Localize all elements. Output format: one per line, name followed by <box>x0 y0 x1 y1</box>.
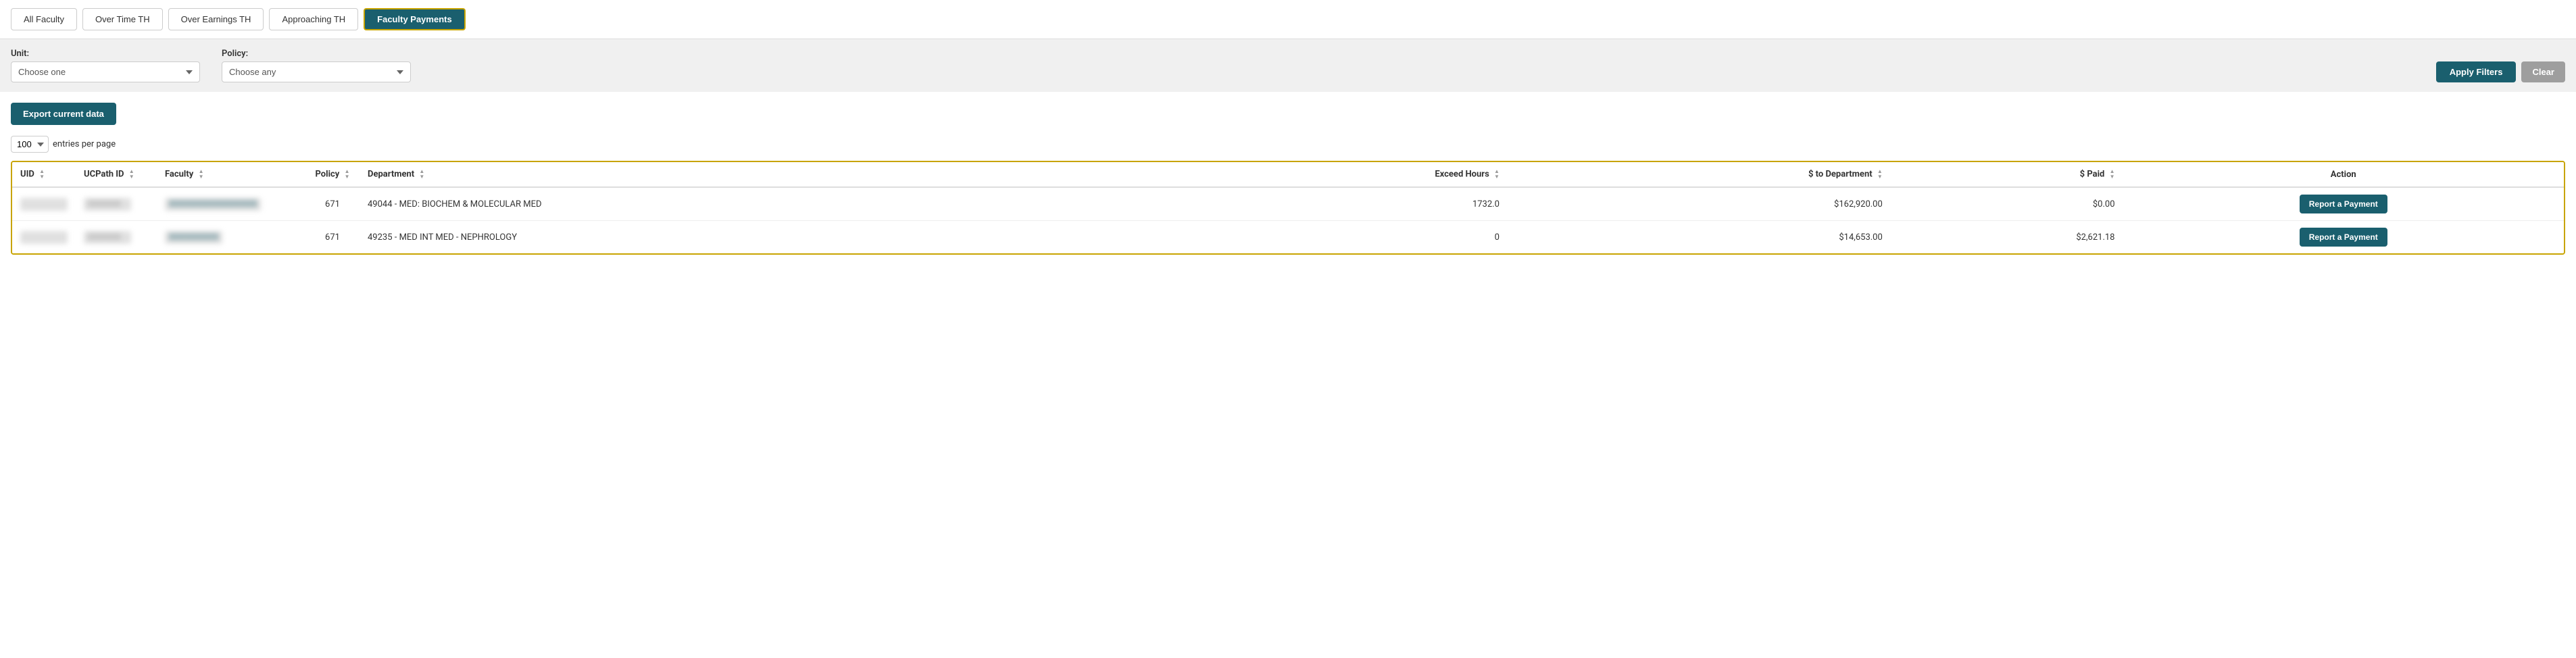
entries-per-page-select[interactable]: 10 25 50 100 <box>11 136 49 153</box>
cell-dept-dollar-2: $14,653.00 <box>1508 221 1891 254</box>
cell-exceed-2: 0 <box>1165 221 1507 254</box>
cell-action-1: Report a Payment <box>2123 187 2565 221</box>
col-uid: UID ▲▼ <box>12 162 76 187</box>
dept-dollar-sort-icon[interactable]: ▲▼ <box>1877 169 1883 180</box>
apply-filters-button[interactable]: Apply Filters <box>2436 61 2517 82</box>
cell-paid-2: $2,621.18 <box>1891 221 2123 254</box>
cell-dept-dollar-1: $162,920.00 <box>1508 187 1891 221</box>
tab-over-earnings-th[interactable]: Over Earnings TH <box>168 8 264 30</box>
report-payment-button-2[interactable]: Report a Payment <box>2300 228 2387 247</box>
col-action: Action <box>2123 162 2565 187</box>
cell-exceed-1: 1732.0 <box>1165 187 1507 221</box>
policy-label: Policy: <box>222 49 411 59</box>
col-faculty: Faculty ▲▼ <box>157 162 305 187</box>
faculty-link-1[interactable]: XXXXXXXXXXXXXXXX <box>165 198 261 211</box>
department-sort-icon[interactable]: ▲▼ <box>419 169 424 180</box>
filter-bar: Unit: Choose one Policy: Choose any Appl… <box>0 39 2576 92</box>
paid-sort-icon[interactable]: ▲▼ <box>2110 169 2115 180</box>
col-dept-dollar: $ to Department ▲▼ <box>1508 162 1891 187</box>
export-button[interactable]: Export current data <box>11 103 116 125</box>
cell-department-1: 49044 - MED: BIOCHEM & MOLECULAR MED <box>360 187 1165 221</box>
exceed-sort-icon[interactable]: ▲▼ <box>1494 169 1500 180</box>
ucpath-blurred-2: XXXXXX <box>84 231 131 244</box>
cell-faculty-1: XXXXXXXXXXXXXXXX <box>157 187 305 221</box>
table-row: XXXXXX XXXXXXXXXXXXXXXX 671 49044 - MED:… <box>12 187 2564 221</box>
faculty-link-2[interactable]: XXXXXXXXX <box>165 231 222 244</box>
col-exceed-hours: Exceed Hours ▲▼ <box>1165 162 1507 187</box>
cell-department-2: 49235 - MED INT MED - NEPHROLOGY <box>360 221 1165 254</box>
policy-select[interactable]: Choose any <box>222 61 411 82</box>
cell-ucpath-1: XXXXXX <box>76 187 157 221</box>
table-header-row: UID ▲▼ UCPath ID ▲▼ Faculty ▲▼ Policy ▲▼ <box>12 162 2564 187</box>
ucpath-sort-icon[interactable]: ▲▼ <box>129 169 134 180</box>
col-department: Department ▲▼ <box>360 162 1165 187</box>
filter-actions: Apply Filters Clear <box>2436 61 2565 82</box>
faculty-payments-table: UID ▲▼ UCPath ID ▲▼ Faculty ▲▼ Policy ▲▼ <box>11 161 2565 255</box>
clear-filters-button[interactable]: Clear <box>2521 61 2565 82</box>
main-content: Export current data 10 25 50 100 entries… <box>0 92 2576 265</box>
uid-blurred-2 <box>20 231 68 244</box>
uid-blurred-1 <box>20 198 68 211</box>
cell-faculty-2: XXXXXXXXX <box>157 221 305 254</box>
tab-all-faculty[interactable]: All Faculty <box>11 8 77 30</box>
report-payment-button-1[interactable]: Report a Payment <box>2300 195 2387 213</box>
table-row: XXXXXX XXXXXXXXX 671 49235 - MED INT MED… <box>12 221 2564 254</box>
col-ucpath-id: UCPath ID ▲▼ <box>76 162 157 187</box>
faculty-sort-icon[interactable]: ▲▼ <box>199 169 204 180</box>
tab-over-time-th[interactable]: Over Time TH <box>82 8 163 30</box>
cell-ucpath-2: XXXXXX <box>76 221 157 254</box>
tab-approaching-th[interactable]: Approaching TH <box>269 8 358 30</box>
cell-action-2: Report a Payment <box>2123 221 2565 254</box>
cell-policy-2: 671 <box>305 221 360 254</box>
unit-select[interactable]: Choose one <box>11 61 200 82</box>
cell-uid-1 <box>12 187 76 221</box>
cell-policy-1: 671 <box>305 187 360 221</box>
entries-per-page-label: entries per page <box>53 139 116 149</box>
uid-sort-icon[interactable]: ▲▼ <box>39 169 45 180</box>
cell-paid-1: $0.00 <box>1891 187 2123 221</box>
tab-faculty-payments[interactable]: Faculty Payments <box>364 8 466 30</box>
ucpath-blurred-1: XXXXXX <box>84 198 131 211</box>
policy-filter-group: Policy: Choose any <box>222 49 411 82</box>
col-paid: $ Paid ▲▼ <box>1891 162 2123 187</box>
col-policy: Policy ▲▼ <box>305 162 360 187</box>
tab-bar: All Faculty Over Time TH Over Earnings T… <box>0 0 2576 39</box>
unit-label: Unit: <box>11 49 200 59</box>
policy-sort-icon[interactable]: ▲▼ <box>345 169 350 180</box>
entries-per-page-row: 10 25 50 100 entries per page <box>11 136 2565 153</box>
cell-uid-2 <box>12 221 76 254</box>
unit-filter-group: Unit: Choose one <box>11 49 200 82</box>
